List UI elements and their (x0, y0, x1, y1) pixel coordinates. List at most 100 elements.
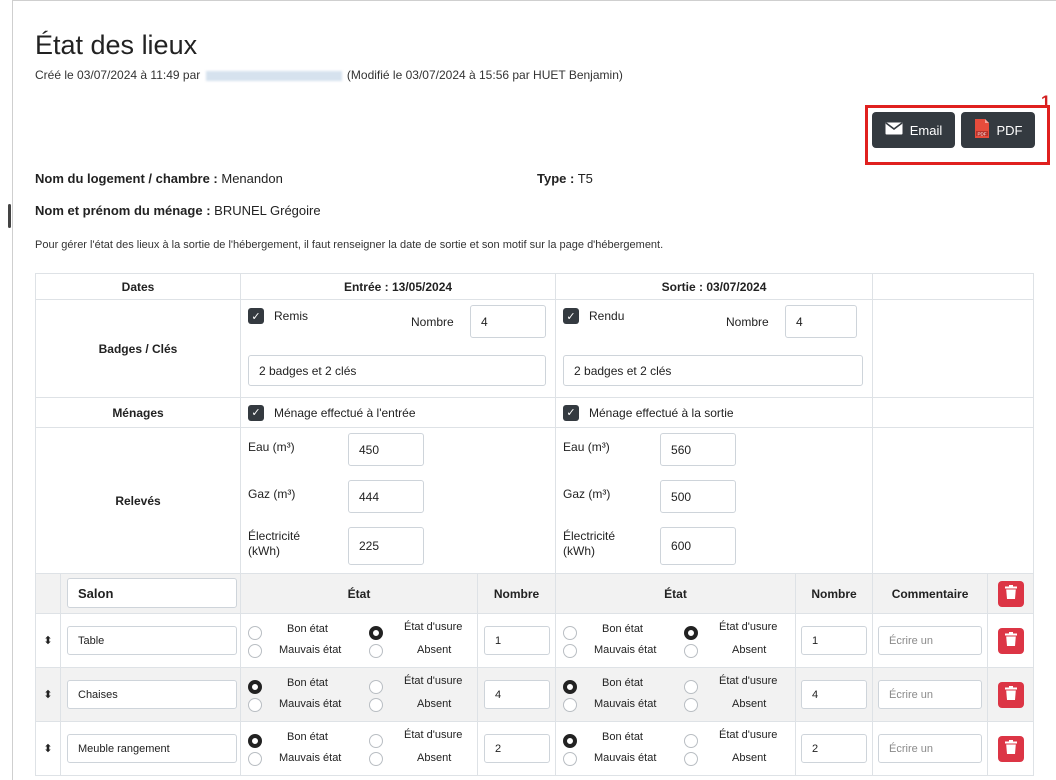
elec-entry-input[interactable]: 225 (348, 527, 424, 565)
drag-handle-icon[interactable]: ⬍ (35, 667, 61, 722)
entry-bon-label: Bon état (287, 622, 328, 635)
exit-usure-radio[interactable] (684, 625, 699, 640)
entry-bon-label: Bon état (287, 730, 328, 743)
exit-mauvais-label: Mauvais état (594, 751, 657, 764)
gaz-entry-input[interactable]: 444 (348, 480, 424, 513)
delete-room-cell (987, 573, 1035, 614)
housing-type-label: Type : (537, 171, 575, 186)
exit-state-cell: Bon état État d'usure Mauvais état Absen… (555, 721, 797, 776)
badges-entry-cell: ✓ Remis Nombre 4 2 badges et 2 clés (239, 299, 557, 398)
entry-count-input[interactable]: 4 (484, 680, 550, 709)
releves-entry-cell: Eau (m³) 450 Gaz (m³) 444 Électricité (k… (239, 427, 557, 574)
entry-count-input[interactable]: 1 (484, 626, 550, 655)
housing-name-label: Nom du logement / chambre : (35, 171, 218, 186)
household-name: Nom et prénom du ménage : BRUNEL Grégoir… (35, 203, 321, 218)
exit-count-input[interactable]: 1 (801, 626, 868, 655)
entry-badge-count-input[interactable]: 4 (470, 305, 546, 338)
exit-usure-radio[interactable] (684, 733, 699, 748)
eau-entry-input[interactable]: 450 (348, 433, 424, 466)
entry-usure-label: État d'usure (404, 674, 463, 687)
exit-mauvais-label: Mauvais état (594, 643, 657, 656)
delete-item-button[interactable] (997, 681, 1024, 708)
entry-count-label: Nombre (411, 315, 454, 329)
item-row: ⬍ Table Bon état État d'usure Mauvais ét… (35, 613, 1035, 668)
delete-item-button[interactable] (997, 735, 1024, 762)
drag-handle-icon[interactable]: ⬍ (35, 721, 61, 776)
email-button[interactable]: Email (872, 112, 955, 148)
entry-absent-radio[interactable] (369, 751, 383, 766)
eau-exit-label: Eau (m³) (563, 440, 610, 454)
exit-mauvais-radio[interactable] (563, 697, 578, 712)
exit-badge-note-textarea[interactable]: 2 badges et 2 clés (563, 355, 864, 386)
entry-usure-radio[interactable] (369, 625, 383, 640)
drag-handle-icon[interactable]: ⬍ (35, 613, 61, 668)
entry-absent-radio[interactable] (369, 697, 383, 712)
entry-usure-label: État d'usure (404, 728, 463, 741)
entry-bon-radio[interactable] (248, 625, 262, 640)
exit-absent-radio[interactable] (684, 643, 699, 658)
comment-placeholder: Écrire un (889, 634, 934, 647)
entry-bon-radio[interactable] (248, 733, 262, 748)
exit-usure-radio[interactable] (684, 679, 699, 694)
exit-bon-label: Bon état (602, 676, 643, 689)
comment-textarea[interactable]: Écrire un (878, 680, 983, 709)
remis-checkbox[interactable]: ✓ (248, 308, 264, 324)
entry-bon-label: Bon état (287, 676, 328, 689)
exit-count-cell: 2 (795, 721, 874, 776)
room-name-input[interactable]: Salon (67, 578, 237, 608)
created-prefix: Créé le 03/07/2024 à 11:49 par (35, 68, 201, 82)
delete-item-cell (987, 667, 1035, 722)
exit-absent-label: Absent (732, 643, 767, 656)
elec-exit-input[interactable]: 600 (660, 527, 737, 565)
eau-exit-input[interactable]: 560 (660, 433, 737, 466)
entry-count-cell: 1 (476, 613, 557, 668)
housing-type-value: T5 (574, 171, 593, 186)
exit-absent-radio[interactable] (684, 751, 699, 766)
menage-exit-label: Ménage effectué à la sortie (589, 405, 734, 420)
exit-bon-radio[interactable] (563, 679, 578, 694)
exit-mauvais-radio[interactable] (563, 751, 578, 766)
menage-entry-label: Ménage effectué à l'entrée (274, 405, 416, 420)
household-name-value: BRUNEL Grégoire (210, 203, 321, 218)
comment-textarea[interactable]: Écrire un (878, 626, 983, 655)
exit-mauvais-radio[interactable] (563, 643, 578, 658)
comment-textarea[interactable]: Écrire un (878, 734, 983, 763)
entry-nombre-header: Nombre (476, 573, 557, 614)
entry-mauvais-radio[interactable] (248, 643, 262, 658)
exit-bon-radio[interactable] (563, 733, 578, 748)
menage-exit-checkbox[interactable]: ✓ (563, 404, 580, 421)
badges-exit-cell: ✓ Rendu Nombre 4 2 badges et 2 clés (555, 299, 874, 398)
exit-count-label: Nombre (726, 315, 769, 329)
exit-badge-count-input[interactable]: 4 (785, 305, 858, 338)
entry-mauvais-radio[interactable] (248, 751, 262, 766)
exit-absent-radio[interactable] (684, 697, 699, 712)
item-name-input[interactable]: Table (67, 626, 237, 655)
exit-count-input[interactable]: 4 (801, 680, 868, 709)
exit-bon-radio[interactable] (563, 625, 578, 640)
delete-room-button[interactable] (997, 580, 1024, 607)
item-name-input[interactable]: Chaises (67, 680, 237, 709)
entry-count-input[interactable]: 2 (484, 734, 550, 763)
elec-entry-label-2: (kWh) (248, 544, 280, 558)
comment-placeholder: Écrire un (889, 742, 934, 755)
sidebar-toggle-handle[interactable] (8, 204, 11, 228)
household-name-label: Nom et prénom du ménage : (35, 203, 211, 218)
entry-usure-radio[interactable] (369, 733, 383, 748)
menage-entry-checkbox[interactable]: ✓ (248, 404, 264, 421)
item-name-input[interactable]: Meuble rangement (67, 734, 237, 763)
exit-usure-label: État d'usure (719, 674, 778, 687)
entry-absent-radio[interactable] (369, 643, 383, 658)
entry-bon-radio[interactable] (248, 679, 262, 694)
pdf-button[interactable]: PDF PDF (961, 112, 1035, 148)
room-name-cell: Salon (60, 573, 241, 614)
svg-text:PDF: PDF (977, 131, 986, 136)
delete-item-button[interactable] (997, 627, 1024, 654)
exit-count-cell: 4 (795, 667, 874, 722)
exit-count-input[interactable]: 2 (801, 734, 868, 763)
trash-icon (1004, 585, 1017, 602)
entry-badge-note-textarea[interactable]: 2 badges et 2 clés (248, 355, 546, 386)
gaz-exit-input[interactable]: 500 (660, 480, 737, 513)
entry-usure-radio[interactable] (369, 679, 383, 694)
rendu-checkbox[interactable]: ✓ (563, 308, 580, 324)
entry-mauvais-radio[interactable] (248, 697, 262, 712)
